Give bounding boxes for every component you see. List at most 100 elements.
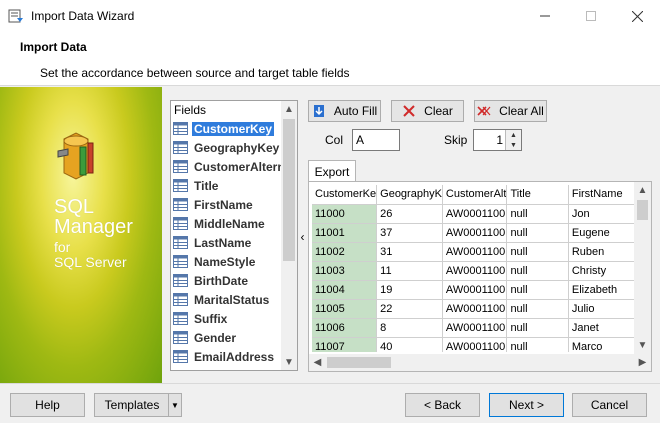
grid-row[interactable]: 11000 26 AW0001100 null Jon [312,204,636,224]
field-item[interactable]: MiddleName [171,214,282,233]
close-button[interactable] [614,0,660,32]
grid-cell[interactable]: AW0001100 [442,204,508,224]
field-item[interactable]: BirthDate [171,271,282,290]
grid-column-header[interactable]: FirstName [568,185,636,205]
field-item[interactable]: NameStyle [171,252,282,271]
grid-cell[interactable]: AW0001100 [442,242,508,262]
grid-row[interactable]: 11001 37 AW0001100 null Eugene [312,223,636,243]
grid-cell[interactable]: 11001 [312,223,378,243]
grid-cell[interactable]: null [506,299,569,319]
grid-scroll-up-icon[interactable]: ▲ [634,182,651,199]
grid-cell[interactable]: null [506,318,569,338]
grid-vertical-scrollbar[interactable]: ▲ ▼ [634,182,651,354]
grid-scroll-down-icon[interactable]: ▼ [634,337,651,354]
grid-cell[interactable]: AW0001100 [442,280,508,300]
grid-cell[interactable]: Marco [568,337,636,352]
grid-cell[interactable]: AW0001100 [442,223,508,243]
grid-cell[interactable]: null [506,223,569,243]
field-item[interactable]: Gender [171,328,282,347]
grid-column-header[interactable]: Title [506,185,569,205]
grid-cell[interactable]: 22 [376,299,443,319]
grid-cell[interactable]: 31 [376,242,443,262]
grid-cell[interactable]: 40 [376,337,443,352]
templates-button[interactable]: Templates [94,393,170,417]
grid-cell[interactable]: AW0001100 [442,318,508,338]
auto-fill-button[interactable]: Auto Fill [308,100,381,122]
grid-cell[interactable]: 26 [376,204,443,224]
grid-cell[interactable]: null [506,337,569,352]
scroll-thumb[interactable] [283,119,295,261]
grid-column-header[interactable]: CustomerAlt [442,185,508,205]
grid-cell[interactable]: 11005 [312,299,378,319]
skip-spinner[interactable]: 1 ▲ ▼ [473,129,522,151]
field-item[interactable]: CustomerAlternateKey [171,157,282,176]
grid-cell[interactable]: 19 [376,280,443,300]
field-item[interactable]: MaritalStatus [171,290,282,309]
grid-cell[interactable]: 11006 [312,318,378,338]
grid-cell[interactable]: 8 [376,318,443,338]
cancel-button[interactable]: Cancel [572,393,647,417]
grid-cell[interactable]: Jon [568,204,636,224]
grid-row[interactable]: 11006 8 AW0001100 null Janet [312,318,636,338]
collapse-splitter-icon[interactable]: ‹ [299,222,306,252]
field-item[interactable]: EmailAddress [171,347,282,366]
grid-scroll-right-icon[interactable]: ▶ [634,354,651,371]
grid-row[interactable]: 11005 22 AW0001100 null Julio [312,299,636,319]
grid-hscroll-thumb[interactable] [327,357,391,368]
help-button[interactable]: Help [10,393,85,417]
grid-cell[interactable]: 37 [376,223,443,243]
grid-cell[interactable]: Elizabeth [568,280,636,300]
spin-up-icon[interactable]: ▲ [506,130,521,140]
field-item[interactable]: CustomerKey [171,119,282,138]
scroll-down-icon[interactable]: ▼ [281,354,297,370]
grid-column-header[interactable]: CustomerKe [312,185,378,205]
grid-cell[interactable]: AW0001100 [442,261,508,281]
col-input[interactable]: A [352,129,400,151]
grid-cell[interactable]: Christy [568,261,636,281]
tab-export[interactable]: Export [308,160,356,182]
field-item[interactable]: GeographyKey [171,138,282,157]
clear-all-button[interactable]: Clear All [474,100,547,122]
grid-cell[interactable]: null [506,204,569,224]
clear-button[interactable]: Clear [391,100,464,122]
grid-cell[interactable]: Eugene [568,223,636,243]
maximize-button[interactable] [568,0,614,32]
spin-down-icon[interactable]: ▼ [506,140,521,150]
field-item[interactable]: LastName [171,233,282,252]
field-item-label: BirthDate [194,273,249,288]
grid-cell[interactable]: 11007 [312,337,378,352]
grid-row[interactable]: 11007 40 AW0001100 null Marco [312,337,636,352]
back-button[interactable]: < Back [405,393,480,417]
field-item[interactable]: FirstName [171,195,282,214]
grid-cell[interactable]: AW0001100 [442,337,508,352]
grid-cell[interactable]: 11 [376,261,443,281]
templates-dropdown-icon[interactable]: ▼ [168,393,182,417]
scroll-up-icon[interactable]: ▲ [281,101,297,117]
grid-cell[interactable]: null [506,242,569,262]
fields-scrollbar[interactable]: ▲ ▼ [281,101,297,370]
grid-horizontal-scrollbar[interactable]: ◀ ▶ [309,354,651,371]
grid-column-header[interactable]: GeographyK [376,185,443,205]
grid-cell[interactable]: 11000 [312,204,378,224]
field-item[interactable]: Suffix [171,309,282,328]
grid-row[interactable]: 11004 19 AW0001100 null Elizabeth [312,280,636,300]
grid-cell[interactable]: Janet [568,318,636,338]
grid-cell[interactable]: null [506,280,569,300]
grid-cell[interactable]: 11004 [312,280,378,300]
grid-row[interactable]: 11002 31 AW0001100 null Ruben [312,242,636,262]
table-field-icon [173,179,188,192]
grid-scroll-left-icon[interactable]: ◀ [309,354,326,371]
next-button[interactable]: Next > [489,393,564,417]
field-item[interactable]: Title [171,176,282,195]
minimize-button[interactable] [522,0,568,32]
grid-cell[interactable]: 11003 [312,261,378,281]
grid-cell[interactable]: Ruben [568,242,636,262]
grid-cell[interactable]: null [506,261,569,281]
grid-cell[interactable]: 11002 [312,242,378,262]
grid-vscroll-thumb[interactable] [637,200,648,220]
fields-header: Fields [174,103,207,117]
grid-row[interactable]: 11003 11 AW0001100 null Christy [312,261,636,281]
grid-cell[interactable]: Julio [568,299,636,319]
grid-cell[interactable]: AW0001100 [442,299,508,319]
clear-all-label: Clear All [499,104,544,118]
